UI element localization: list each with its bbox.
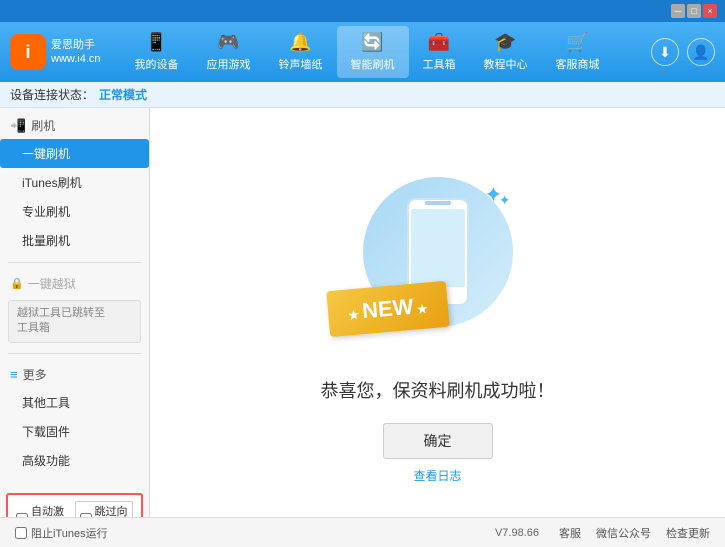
nav-app-games[interactable]: 🎮 应用游戏 xyxy=(193,26,265,78)
my-device-icon: 📱 xyxy=(145,32,167,53)
more-section-label: 更多 xyxy=(23,366,47,383)
sparkle-icon-2: ✦ xyxy=(499,192,511,209)
flash-section-label: 刷机 xyxy=(31,117,55,134)
lock-icon: 🔒 xyxy=(10,277,24,290)
logo-symbol: i xyxy=(25,42,30,63)
new-banner: NEW xyxy=(326,280,449,336)
logo: i 爱思助手 www.i4.cn xyxy=(10,34,101,70)
sidebar-divider-2 xyxy=(8,353,141,354)
guided-setup-checkbox[interactable] xyxy=(80,513,92,517)
device-box: 自动激活 跳过向导 📱 iPhone 15 Pro Max 512GB iPho… xyxy=(6,493,143,517)
tutorial-icon: 🎓 xyxy=(494,32,516,53)
minimize-button[interactable]: ─ xyxy=(671,4,685,18)
flash-section-icon: 📲 xyxy=(10,118,26,134)
nav-my-device-label: 我的设备 xyxy=(135,56,179,72)
sidebar-divider-1 xyxy=(8,262,141,263)
status-prefix: 设备连接状态： xyxy=(10,86,94,103)
toolbox-icon: 🧰 xyxy=(428,32,450,53)
jailbreak-notice: 越狱工具已跳转至工具箱 xyxy=(8,300,141,343)
more-section: ≡ 更多 其他工具 下载固件 高级功能 xyxy=(0,357,149,479)
log-link[interactable]: 查看日志 xyxy=(413,467,461,484)
auto-activate-checkbox[interactable] xyxy=(16,513,28,517)
more-section-icon: ≡ xyxy=(10,367,18,382)
app-url: www.i4.cn xyxy=(51,52,101,66)
jailbreak-section: 🔒 一键越狱 越狱工具已跳转至工具箱 xyxy=(0,266,149,350)
nav-tutorial-label: 教程中心 xyxy=(484,56,528,72)
user-button[interactable]: 👤 xyxy=(687,38,715,66)
nav-toolbox[interactable]: 🧰 工具箱 xyxy=(409,26,470,78)
flash-section: 📲 刷机 一键刷机 iTunes刷机 专业刷机 批量刷机 xyxy=(0,108,149,259)
logo-text: 爱思助手 www.i4.cn xyxy=(51,38,101,67)
close-button[interactable]: × xyxy=(703,4,717,18)
window-controls-bar: ─ □ × xyxy=(0,0,725,22)
nav-smart-flash[interactable]: 🔄 智能刷机 xyxy=(337,26,409,78)
nav-tutorial[interactable]: 🎓 教程中心 xyxy=(470,26,542,78)
nav-service[interactable]: 🛒 客服商城 xyxy=(542,26,614,78)
jailbreak-header: 🔒 一键越狱 xyxy=(0,270,149,297)
jailbreak-label: 一键越狱 xyxy=(28,275,76,292)
header: i 爱思助手 www.i4.cn 📱 我的设备 🎮 应用游戏 🔔 铃声墙纸 🔄 … xyxy=(0,22,725,82)
nav-toolbox-label: 工具箱 xyxy=(423,56,456,72)
guided-setup-label: 跳过向导 xyxy=(75,501,134,517)
nav-ringtone-label: 铃声墙纸 xyxy=(279,56,323,72)
success-illustration: ✦ ✦ NEW xyxy=(338,142,538,362)
smart-flash-icon: 🔄 xyxy=(361,32,383,53)
footer-version: V7.98.66 xyxy=(495,527,539,539)
content-area: ✦ ✦ NEW 恭喜您，保资料刷机成功啦！ 确定 查看日志 xyxy=(150,108,725,517)
sidebar-item-pro-flash[interactable]: 专业刷机 xyxy=(0,197,149,226)
sidebar-item-batch-flash[interactable]: 批量刷机 xyxy=(0,226,149,255)
ringtone-icon: 🔔 xyxy=(289,32,311,53)
nav-ringtone[interactable]: 🔔 铃声墙纸 xyxy=(265,26,337,78)
guided-setup-text: 跳过向导 xyxy=(95,503,129,517)
nav-smart-flash-label: 智能刷机 xyxy=(351,56,395,72)
sidebar-item-itunes-flash[interactable]: iTunes刷机 xyxy=(0,168,149,197)
footer: 阻止iTunes运行 V7.98.66 客服 微信公众号 检查更新 xyxy=(0,517,725,547)
flash-section-header[interactable]: 📲 刷机 xyxy=(0,112,149,139)
app-name: 爱思助手 xyxy=(51,38,101,52)
sidebar-item-download-firmware[interactable]: 下载固件 xyxy=(0,417,149,446)
nav-service-label: 客服商城 xyxy=(556,56,600,72)
sidebar-item-other-tools[interactable]: 其他工具 xyxy=(0,388,149,417)
sidebar-item-one-key-flash[interactable]: 一键刷机 xyxy=(0,139,149,168)
logo-icon: i xyxy=(10,34,46,70)
maximize-button[interactable]: □ xyxy=(687,4,701,18)
header-right: ⬇ 👤 xyxy=(651,38,715,66)
sidebar: 📲 刷机 一键刷机 iTunes刷机 专业刷机 批量刷机 🔒 一键越狱 越狱工具… xyxy=(0,108,150,517)
itunes-checkbox[interactable] xyxy=(15,527,27,539)
download-button[interactable]: ⬇ xyxy=(651,38,679,66)
nav-bar: 📱 我的设备 🎮 应用游戏 🔔 铃声墙纸 🔄 智能刷机 🧰 工具箱 🎓 教程中心… xyxy=(121,26,651,78)
status-bar: 设备连接状态： 正常模式 xyxy=(0,82,725,108)
confirm-button[interactable]: 确定 xyxy=(383,423,493,459)
auto-activate-label: 自动激活 xyxy=(16,503,65,517)
device-check-row: 自动激活 跳过向导 xyxy=(16,501,133,517)
main-area: 📲 刷机 一键刷机 iTunes刷机 专业刷机 批量刷机 🔒 一键越狱 越狱工具… xyxy=(0,108,725,517)
service-icon: 🛒 xyxy=(566,32,588,53)
more-section-header[interactable]: ≡ 更多 xyxy=(0,361,149,388)
status-mode: 正常模式 xyxy=(99,86,147,103)
nav-app-games-label: 应用游戏 xyxy=(207,56,251,72)
device-panel: 自动激活 跳过向导 📱 iPhone 15 Pro Max 512GB iPho… xyxy=(0,479,149,517)
app-games-icon: 🎮 xyxy=(217,32,239,53)
sidebar-item-advanced[interactable]: 高级功能 xyxy=(0,446,149,475)
auto-activate-text: 自动激活 xyxy=(31,503,65,517)
nav-my-device[interactable]: 📱 我的设备 xyxy=(121,26,193,78)
success-text: 恭喜您，保资料刷机成功啦！ xyxy=(321,377,555,403)
